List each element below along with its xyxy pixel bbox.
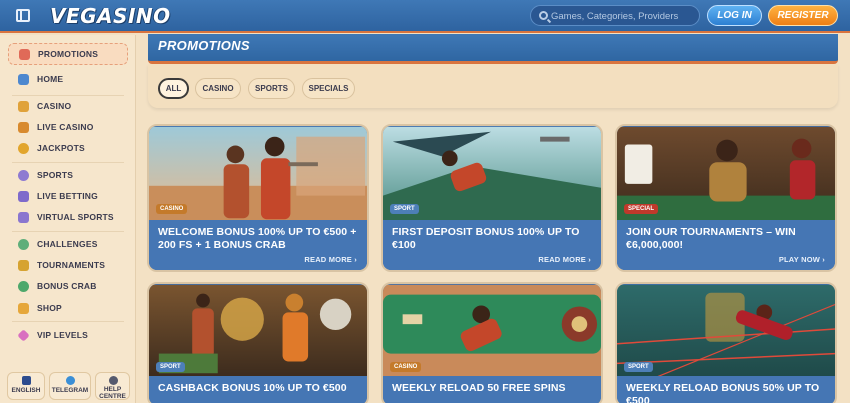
sidebar-item-home[interactable]: HOME xyxy=(8,69,128,91)
promo-card-footer: WEEKLY RELOAD 50 FREE SPINS xyxy=(383,376,601,403)
sidebar-divider xyxy=(12,162,124,163)
sidebar-item-label: SHOP xyxy=(37,303,62,313)
read-more-link[interactable]: READ MORE › xyxy=(304,255,357,264)
sidebar-item-label: CHALLENGES xyxy=(37,239,98,249)
sidebar-item-label: VIP LEVELS xyxy=(37,330,88,340)
slot-machine-icon xyxy=(18,101,29,112)
coins-icon xyxy=(18,143,29,154)
medal-icon xyxy=(18,239,29,250)
crab-icon xyxy=(18,281,29,292)
sidebar-divider xyxy=(12,321,124,322)
promo-card-welcome-bonus[interactable]: CASINO WELCOME BONUS 100% UP TO €500 + 2… xyxy=(147,124,369,272)
search-icon xyxy=(539,11,548,20)
ball-icon xyxy=(18,170,29,181)
register-button[interactable]: REGISTER xyxy=(768,5,838,26)
shop-icon xyxy=(18,303,29,314)
sidebar-item-label: HOME xyxy=(37,74,64,84)
promo-card-footer: FIRST DEPOSIT BONUS 100% UP TO €100 READ… xyxy=(383,220,601,270)
controller-icon xyxy=(18,212,29,223)
filter-all[interactable]: ALL xyxy=(158,78,189,99)
trophy-icon xyxy=(18,260,29,271)
sidebar-item-label: VIRTUAL SPORTS xyxy=(37,212,114,222)
sidebar-item-tournaments[interactable]: TOURNAMENTS xyxy=(8,255,128,277)
telegram-label: TELEGRAM xyxy=(51,387,89,394)
telegram-icon xyxy=(66,376,75,385)
promo-card-title: CASHBACK BONUS 10% UP TO €500 xyxy=(158,382,347,394)
sidebar-item-shop[interactable]: SHOP xyxy=(8,298,128,320)
diamond-icon xyxy=(17,329,30,342)
help-icon xyxy=(108,376,118,385)
help-centre-label: HELP CENTRE xyxy=(99,386,126,400)
sidebar-item-label: PROMOTIONS xyxy=(38,49,99,59)
login-button[interactable]: LOG IN xyxy=(707,5,762,26)
cards-icon xyxy=(18,122,29,133)
category-badge: SPECIAL xyxy=(624,204,659,214)
sidebar-item-challenges[interactable]: CHALLENGES xyxy=(8,234,128,256)
promo-card-footer: JOIN OUR TOURNAMENTS – WIN €6,000,000! P… xyxy=(617,220,835,270)
filter-specials[interactable]: SPECIALS xyxy=(302,78,355,99)
promo-card-footer: WELCOME BONUS 100% UP TO €500 + 200 FS +… xyxy=(149,220,367,270)
promo-card-weekly-reload[interactable]: SPORT WEEKLY RELOAD BONUS 50% UP TO €500 xyxy=(615,282,837,403)
play-now-link[interactable]: PLAY NOW › xyxy=(779,255,825,264)
category-badge: CASINO xyxy=(156,204,188,214)
sidebar-item-bonus-crab[interactable]: BONUS CRAB xyxy=(8,276,128,298)
sidebar-item-label: TOURNAMENTS xyxy=(37,260,106,270)
promo-card-title: FIRST DEPOSIT BONUS 100% UP TO €100 xyxy=(392,226,580,251)
category-badge: SPORT xyxy=(390,204,419,214)
sidebar-divider xyxy=(12,231,124,232)
sidebar-item-sports[interactable]: SPORTS xyxy=(8,165,128,187)
sidebar-item-label: BONUS CRAB xyxy=(37,281,97,291)
home-icon xyxy=(18,74,29,85)
promo-card-title: WEEKLY RELOAD 50 FREE SPINS xyxy=(392,382,566,394)
search-input[interactable] xyxy=(551,8,697,24)
telegram-button[interactable]: TELEGRAM xyxy=(49,372,91,400)
promo-card-weekly-spins[interactable]: CASINO WEEKLY RELOAD 50 FREE SPINS xyxy=(381,282,603,403)
promo-card-cashback[interactable]: SPORT CASHBACK BONUS 10% UP TO €500 xyxy=(147,282,369,403)
sidebar-item-label: CASINO xyxy=(37,101,72,111)
sidebar-item-casino[interactable]: CASINO xyxy=(8,96,128,118)
gift-icon xyxy=(19,49,30,60)
search-box[interactable] xyxy=(530,5,700,26)
help-centre-button[interactable]: HELP CENTRE xyxy=(95,372,130,400)
category-badge: SPORT xyxy=(156,362,185,372)
promo-card-footer: WEEKLY RELOAD BONUS 50% UP TO €500 xyxy=(617,376,835,403)
promotions-header: PROMOTIONS xyxy=(148,34,838,64)
sidebar-item-jackpots[interactable]: JACKPOTS xyxy=(8,138,128,160)
sidebar-item-live-casino[interactable]: LIVE CASINO xyxy=(8,117,128,139)
sidebar-item-virtual-sports[interactable]: VIRTUAL SPORTS xyxy=(8,207,128,229)
sidebar-item-live-betting[interactable]: LIVE BETTING xyxy=(8,186,128,208)
sidebar-item-promotions[interactable]: PROMOTIONS xyxy=(8,43,128,65)
sidebar-item-label: JACKPOTS xyxy=(37,143,85,153)
filter-sports[interactable]: SPORTS xyxy=(248,78,295,99)
sidebar-item-label: LIVE BETTING xyxy=(37,191,98,201)
live-tv-icon xyxy=(18,191,29,202)
sidebar-item-label: SPORTS xyxy=(37,170,74,180)
top-bar: VEGASINO LOG IN REGISTER xyxy=(0,0,850,33)
uk-flag-icon xyxy=(22,376,31,385)
promo-card-title: WEEKLY RELOAD BONUS 50% UP TO €500 xyxy=(626,382,820,403)
promo-card-title: WELCOME BONUS 100% UP TO €500 + 200 FS +… xyxy=(158,226,357,251)
sidebar-item-label: LIVE CASINO xyxy=(37,122,94,132)
promo-card-tournaments[interactable]: SPECIAL JOIN OUR TOURNAMENTS – WIN €6,00… xyxy=(615,124,837,272)
sidebar: PROMOTIONS HOME CASINO LIVE CASINO JACKP… xyxy=(0,35,136,403)
sidebar-toggle-icon[interactable] xyxy=(16,9,30,22)
promo-card-first-deposit[interactable]: SPORT FIRST DEPOSIT BONUS 100% UP TO €10… xyxy=(381,124,603,272)
promo-card-footer: CASHBACK BONUS 10% UP TO €500 xyxy=(149,376,367,403)
category-badge: CASINO xyxy=(390,362,422,372)
read-more-link[interactable]: READ MORE › xyxy=(538,255,591,264)
language-label: ENGLISH xyxy=(11,387,41,394)
logo[interactable]: VEGASINO xyxy=(50,4,171,28)
sidebar-item-vip-levels[interactable]: VIP LEVELS xyxy=(8,325,128,347)
language-button[interactable]: ENGLISH xyxy=(7,372,45,400)
page-title: PROMOTIONS xyxy=(158,38,250,53)
category-badge: SPORT xyxy=(624,362,653,372)
promo-card-title: JOIN OUR TOURNAMENTS – WIN €6,000,000! xyxy=(626,226,796,251)
filter-casino[interactable]: CASINO xyxy=(195,78,241,99)
